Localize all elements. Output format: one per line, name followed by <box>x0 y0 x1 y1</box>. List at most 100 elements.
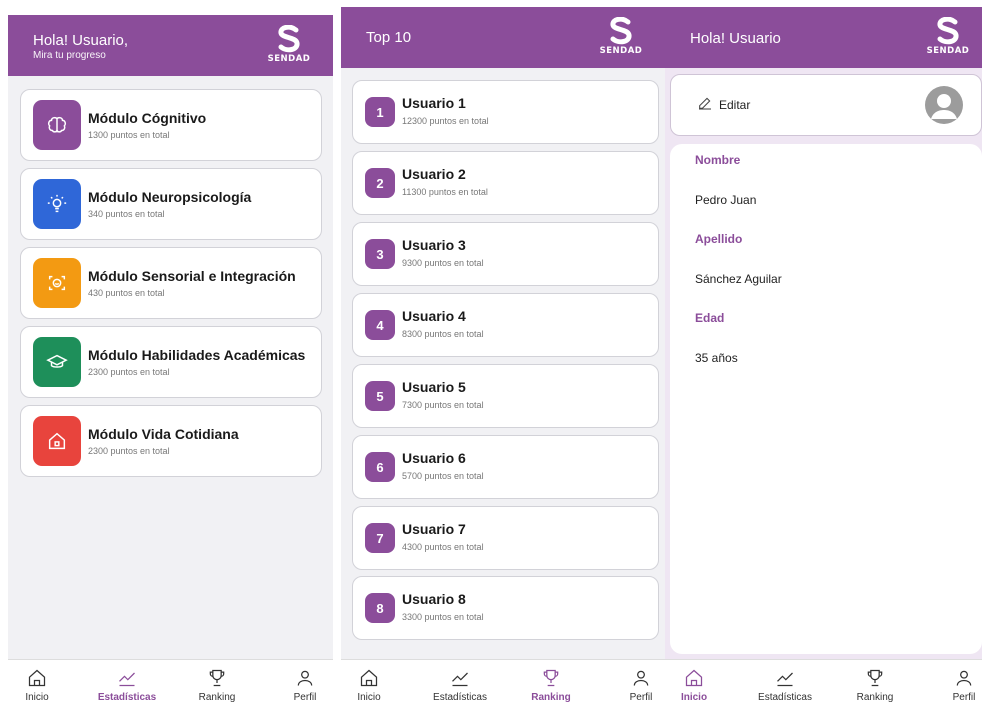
home-icon <box>33 416 81 466</box>
home-icon <box>685 669 703 687</box>
nav-estadisticas[interactable]: Estadísticas <box>750 668 820 703</box>
nav-perfil[interactable]: Perfil <box>929 668 982 703</box>
nav-perfil[interactable]: Perfil <box>606 668 665 703</box>
lightbulb-icon <box>33 179 81 229</box>
user-icon <box>956 670 972 686</box>
nav-inicio[interactable]: Inicio <box>8 668 72 703</box>
rank-user-name: Usuario 1 <box>402 95 466 111</box>
user-icon <box>297 670 313 686</box>
rank-position: 7 <box>365 523 395 553</box>
statistics-header: Hola! Usuario, Mira tu progreso SENDAD <box>8 15 333 76</box>
rank-points: 9300 puntos en total <box>402 258 484 268</box>
graduation-cap-icon <box>33 337 81 387</box>
home-icon <box>360 669 378 687</box>
nav-label: Perfil <box>952 692 976 703</box>
nav-inicio[interactable]: Inicio <box>341 668 404 703</box>
module-card-neuropsicologia[interactable]: Módulo Neuropsicología 340 puntos en tot… <box>20 168 322 240</box>
bottom-nav: Inicio Estadísticas Ranking Perfil <box>665 659 982 711</box>
profile-header: Hola! Usuario SENDAD <box>665 7 982 68</box>
rank-points: 5700 puntos en total <box>402 471 484 481</box>
nav-inicio[interactable]: Inicio <box>665 668 729 703</box>
ranking-row[interactable]: 7 Usuario 7 4300 puntos en total <box>352 506 659 570</box>
ranking-title: Top 10 <box>366 29 412 46</box>
ranking-screen: Top 10 SENDAD 1 Usuario 1 12300 puntos e… <box>341 7 665 711</box>
trophy-icon <box>867 669 883 687</box>
field-label-edad: Edad <box>695 311 725 325</box>
progress-subtitle: Mira tu progreso <box>33 50 106 61</box>
rank-points: 11300 puntos en total <box>402 187 488 197</box>
rank-points: 3300 puntos en total <box>402 612 484 622</box>
module-card-vida-cotidiana[interactable]: Módulo Vida Cotidiana 2300 puntos en tot… <box>20 405 322 477</box>
rank-position: 6 <box>365 452 395 482</box>
nav-label: Ranking <box>531 692 571 703</box>
brain-icon <box>33 100 81 150</box>
nav-estadisticas[interactable]: Estadísticas <box>425 668 495 703</box>
rank-user-name: Usuario 5 <box>402 379 466 395</box>
nav-label: Inicio <box>680 692 708 703</box>
ranking-row[interactable]: 3 Usuario 3 9300 puntos en total <box>352 222 659 286</box>
user-icon <box>633 670 649 686</box>
module-card-sensorial[interactable]: Módulo Sensorial e Integración 430 punto… <box>20 247 322 319</box>
nav-label: Inicio <box>357 692 381 703</box>
ranking-row[interactable]: 8 Usuario 8 3300 puntos en total <box>352 576 659 640</box>
rank-points: 12300 puntos en total <box>402 116 489 126</box>
rank-user-name: Usuario 6 <box>402 450 466 466</box>
rank-position: 1 <box>365 97 395 127</box>
greeting-text: Hola! Usuario, <box>33 32 129 49</box>
edit-profile-card[interactable]: Editar <box>670 74 982 136</box>
rank-points: 7300 puntos en total <box>402 400 484 410</box>
rank-position: 8 <box>365 593 395 623</box>
nav-ranking[interactable]: Ranking <box>182 668 252 703</box>
chart-line-icon <box>119 672 135 687</box>
field-label-apellido: Apellido <box>695 232 743 246</box>
module-card-academicas[interactable]: Módulo Habilidades Académicas 2300 punto… <box>20 326 322 398</box>
rank-points: 8300 puntos en total <box>402 329 484 339</box>
module-title: Módulo Cógnitivo <box>88 110 207 126</box>
edit-button[interactable]: Editar <box>719 98 750 112</box>
rank-user-name: Usuario 2 <box>402 166 466 182</box>
chart-line-icon <box>452 672 468 687</box>
rank-user-name: Usuario 3 <box>402 237 466 253</box>
nav-perfil[interactable]: Perfil <box>270 668 333 703</box>
field-value-apellido: Sánchez Aguilar <box>695 272 782 286</box>
chart-line-icon <box>777 672 793 687</box>
nav-label: Perfil <box>293 692 317 703</box>
ranking-row[interactable]: 2 Usuario 2 11300 puntos en total <box>352 151 659 215</box>
ranking-row[interactable]: 4 Usuario 4 8300 puntos en total <box>352 293 659 357</box>
pencil-icon <box>699 97 711 110</box>
field-label-nombre: Nombre <box>695 153 741 167</box>
sendad-logo: SENDAD <box>926 17 970 56</box>
sendad-logo: SENDAD <box>267 25 311 64</box>
greeting-text: Hola! Usuario <box>690 30 781 47</box>
module-card-cognitivo[interactable]: Módulo Cógnitivo 1300 puntos en total <box>20 89 322 161</box>
ranking-header: Top 10 SENDAD <box>341 7 665 68</box>
ranking-row[interactable]: 5 Usuario 5 7300 puntos en total <box>352 364 659 428</box>
user-avatar-icon <box>931 94 957 119</box>
trophy-icon <box>209 669 225 687</box>
module-title: Módulo Sensorial e Integración <box>88 268 296 284</box>
module-title: Módulo Vida Cotidiana <box>88 426 239 442</box>
module-points: 1300 puntos en total <box>88 130 170 140</box>
sendad-logo: SENDAD <box>599 17 643 56</box>
nav-label: Inicio <box>25 692 49 703</box>
bottom-nav: Inicio Estadísticas Ranking Perfil <box>8 659 333 711</box>
nav-ranking[interactable]: Ranking <box>516 668 586 703</box>
nav-ranking[interactable]: Ranking <box>840 668 910 703</box>
rank-position: 3 <box>365 239 395 269</box>
nav-estadisticas[interactable]: Estadísticas <box>92 668 162 703</box>
nav-label: Estadísticas <box>758 692 812 703</box>
rank-position: 4 <box>365 310 395 340</box>
nav-label: Ranking <box>198 692 236 703</box>
rank-user-name: Usuario 7 <box>402 521 466 537</box>
statistics-screen: Hola! Usuario, Mira tu progreso SENDAD M… <box>8 15 333 711</box>
avatar[interactable] <box>925 86 963 124</box>
module-points: 2300 puntos en total <box>88 367 170 377</box>
ranking-row[interactable]: 6 Usuario 6 5700 puntos en total <box>352 435 659 499</box>
nav-label: Perfil <box>629 692 653 703</box>
rank-points: 4300 puntos en total <box>402 542 484 552</box>
ranking-row[interactable]: 1 Usuario 1 12300 puntos en total <box>352 80 659 144</box>
field-value-nombre: Pedro Juan <box>695 193 757 207</box>
home-icon <box>28 669 46 687</box>
profile-details-panel: Nombre Pedro Juan Apellido Sánchez Aguil… <box>670 144 982 654</box>
nav-label: Ranking <box>856 692 894 703</box>
